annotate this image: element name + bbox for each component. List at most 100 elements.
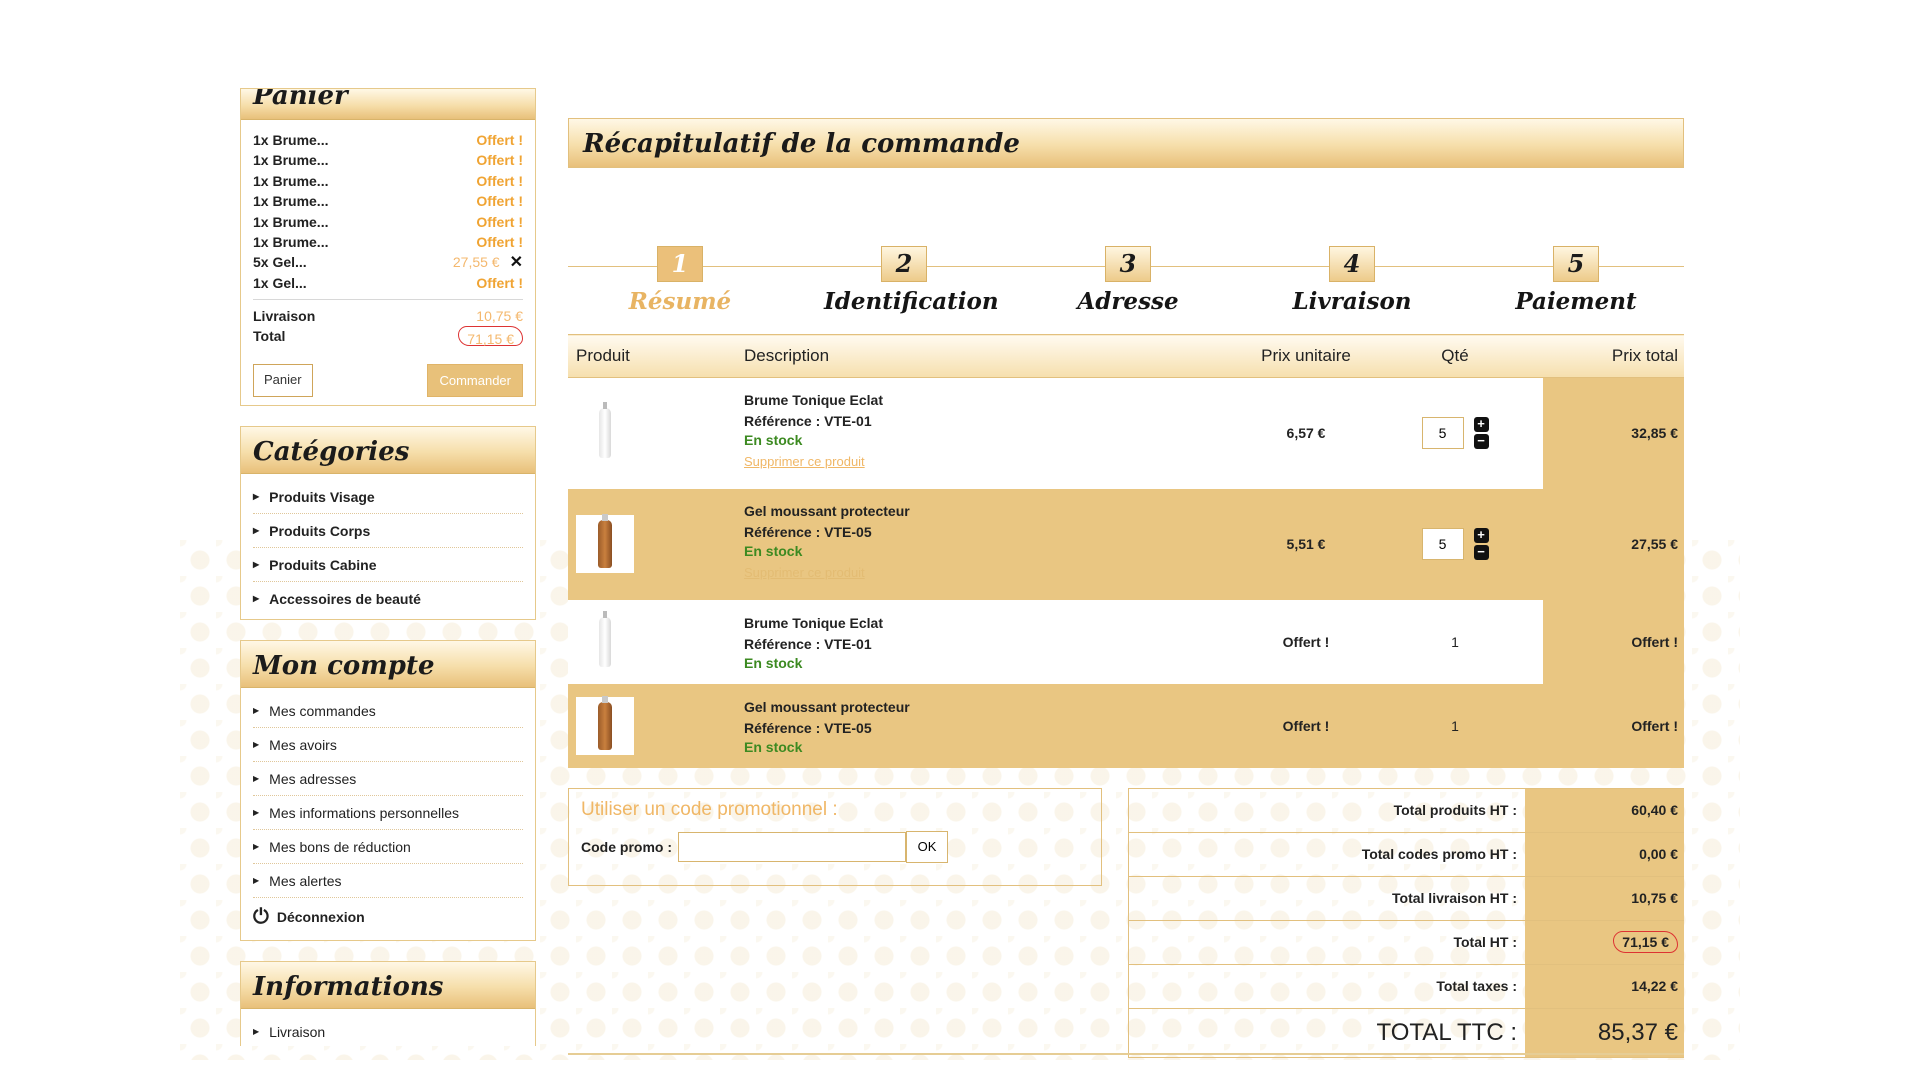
logout-link[interactable]: ⏻ Déconnexion bbox=[253, 898, 523, 936]
product-image[interactable] bbox=[576, 402, 634, 463]
stock-status: En stock bbox=[744, 738, 803, 755]
cart-line-price: Offert ! bbox=[476, 213, 523, 230]
promo-row: Code promo : OK bbox=[581, 830, 1089, 863]
minus-icon[interactable]: − bbox=[1473, 545, 1489, 560]
cart-line-label: 1x Brume... bbox=[253, 233, 329, 250]
step-payment[interactable]: 5 Paiement bbox=[1496, 246, 1656, 315]
cart-line-price: Offert ! bbox=[476, 132, 523, 148]
bullet-triangle-icon: ▶ bbox=[253, 526, 260, 536]
total-taxes-label: Total taxes : bbox=[1128, 964, 1525, 1009]
cart-block-title: Panier bbox=[253, 89, 348, 111]
cart-line[interactable]: 1x Brume... Offert ! bbox=[253, 130, 523, 150]
step-label: Paiement bbox=[1515, 288, 1637, 315]
info-label: Livraison bbox=[269, 1023, 326, 1040]
total-promo-label: Total codes promo HT : bbox=[1128, 832, 1525, 877]
quantity-input[interactable] bbox=[1421, 417, 1464, 450]
step-identification[interactable]: 2 Identification bbox=[824, 246, 999, 315]
total-taxes-value: 14,22 € bbox=[1525, 964, 1684, 1009]
product-name[interactable]: Brume Tonique Eclat bbox=[744, 613, 1244, 634]
minus-icon[interactable]: − bbox=[1473, 434, 1489, 450]
cart-line[interactable]: 1x Brume... Offert ! bbox=[253, 171, 523, 191]
total-shipping-label: Total livraison HT : bbox=[1128, 876, 1525, 921]
category-item[interactable]: ▶ Accessoires de beauté bbox=[253, 582, 523, 615]
promo-code-input[interactable] bbox=[678, 831, 906, 862]
checkout-steps: 1 Résumé 2 Identification 3 Adresse 4 Li… bbox=[568, 168, 1684, 315]
total-price: 32,85 € bbox=[1543, 377, 1684, 489]
total-ht-label: Total HT : bbox=[1128, 920, 1525, 965]
cart-line-price: Offert ! bbox=[476, 172, 523, 189]
product-image[interactable] bbox=[576, 695, 634, 755]
cart-line[interactable]: 1x Gel... Offert ! bbox=[253, 273, 523, 293]
step-address[interactable]: 3 Adresse bbox=[1048, 246, 1208, 315]
cart-line[interactable]: 1x Brume... Offert ! bbox=[253, 232, 523, 252]
account-item[interactable]: ▶ Mes bons de réduction bbox=[253, 830, 523, 865]
unit-price: 6,57 € bbox=[1245, 377, 1367, 489]
cart-shipping: Livraison 10,75 € bbox=[241, 306, 535, 326]
order-button[interactable]: Commander bbox=[427, 364, 523, 398]
step-summary[interactable]: 1 Résumé bbox=[600, 246, 760, 315]
bullet-triangle-icon: ▶ bbox=[253, 1027, 260, 1037]
category-label: Produits Visage bbox=[269, 488, 375, 505]
product-name[interactable]: Brume Tonique Eclat bbox=[744, 390, 1244, 411]
page-title: Récapitulatif de la commande bbox=[583, 129, 1020, 159]
cart-line-price: Offert ! bbox=[476, 193, 523, 210]
cart-lines: 1x Brume... Offert ! 1x Brume... Offert ! … bbox=[241, 120, 535, 293]
quantity-input[interactable] bbox=[1421, 528, 1464, 560]
cart-shipping-value: 10,75 € bbox=[476, 308, 523, 325]
product-name[interactable]: Gel moussant protecteur bbox=[744, 501, 1244, 522]
account-label: Mes avoirs bbox=[269, 736, 337, 753]
total-ttc-value: 85,37 € bbox=[1525, 1008, 1684, 1058]
col-qty: Qté bbox=[1367, 334, 1543, 378]
cart-line[interactable]: 1x Brume... Offert ! bbox=[253, 191, 523, 211]
unit-price: Offert ! bbox=[1245, 599, 1367, 684]
delete-product-link[interactable]: Supprimer ce produit bbox=[744, 448, 1244, 476]
cart-button[interactable]: Panier bbox=[253, 364, 313, 398]
step-delivery[interactable]: 4 Livraison bbox=[1272, 246, 1432, 315]
delete-product-link[interactable]: Supprimer ce produit bbox=[744, 559, 1244, 587]
bottom-divider bbox=[568, 1053, 1684, 1055]
account-item[interactable]: ▶ Mes adresses bbox=[253, 762, 523, 797]
step-number: 5 bbox=[1553, 246, 1599, 282]
totals-row: TOTAL TTC : 85,37 € bbox=[1128, 1008, 1684, 1058]
total-products-value: 60,40 € bbox=[1525, 787, 1684, 833]
account-item[interactable]: ▶ Mes alertes bbox=[253, 864, 523, 899]
totals-row: Total codes promo HT : 0,00 € bbox=[1128, 832, 1684, 877]
sidebar: Panier 1x Brume... Offert ! 1x Brume... Of… bbox=[240, 88, 536, 1066]
bottle-orange-image bbox=[598, 695, 612, 750]
totals-row: Total livraison HT : 10,75 € bbox=[1128, 876, 1684, 921]
stock-status: En stock bbox=[744, 543, 803, 559]
totals-row: Total taxes : 14,22 € bbox=[1128, 964, 1684, 1009]
category-item[interactable]: ▶ Produits Visage bbox=[253, 480, 523, 515]
account-item[interactable]: ▶ Mes informations personnelles bbox=[253, 796, 523, 831]
bottle-orange-image bbox=[598, 514, 612, 568]
account-label: Mes adresses bbox=[269, 770, 357, 787]
bullet-triangle-icon: ▶ bbox=[253, 594, 260, 604]
cart-table-header: Produit Description Prix unitaire Qté Pr… bbox=[568, 334, 1684, 378]
product-image[interactable] bbox=[576, 514, 634, 573]
remove-item-icon[interactable]: ✕ bbox=[510, 254, 523, 271]
total-price: Offert ! bbox=[1543, 683, 1684, 768]
promo-ok-button[interactable]: OK bbox=[906, 830, 948, 863]
account-label: Mes bons de réduction bbox=[269, 838, 411, 855]
plus-icon[interactable]: + bbox=[1473, 417, 1489, 433]
cart-line-price: Offert ! bbox=[476, 152, 523, 169]
cart-line[interactable]: 1x Brume... Offert ! bbox=[253, 150, 523, 170]
info-item[interactable]: ▶ Livraison bbox=[253, 1015, 523, 1046]
account-item[interactable]: ▶ Mes avoirs bbox=[253, 728, 523, 763]
cart-table: Produit Description Prix unitaire Qté Pr… bbox=[568, 334, 1684, 768]
account-item[interactable]: ▶ Mes commandes bbox=[253, 694, 523, 729]
promo-box: Utiliser un code promotionnel : Code pro… bbox=[568, 787, 1102, 886]
bottle-white-image bbox=[599, 402, 611, 459]
cart-divider bbox=[253, 299, 523, 301]
cart-line[interactable]: 1x Brume... Offert ! bbox=[253, 212, 523, 232]
cart-line[interactable]: 5x Gel... 27,55 € ✕ bbox=[253, 252, 523, 272]
plus-icon[interactable]: + bbox=[1473, 528, 1489, 543]
product-image[interactable] bbox=[576, 610, 634, 671]
cart-line-label: 1x Brume... bbox=[253, 132, 329, 148]
bullet-triangle-icon: ▶ bbox=[253, 808, 260, 818]
product-name[interactable]: Gel moussant protecteur bbox=[744, 697, 1244, 718]
bullet-triangle-icon: ▶ bbox=[253, 706, 260, 716]
category-item[interactable]: ▶ Produits Cabine bbox=[253, 548, 523, 583]
category-item[interactable]: ▶ Produits Corps bbox=[253, 514, 523, 549]
lower-section: Utiliser un code promotionnel : Code pro… bbox=[568, 787, 1684, 1058]
